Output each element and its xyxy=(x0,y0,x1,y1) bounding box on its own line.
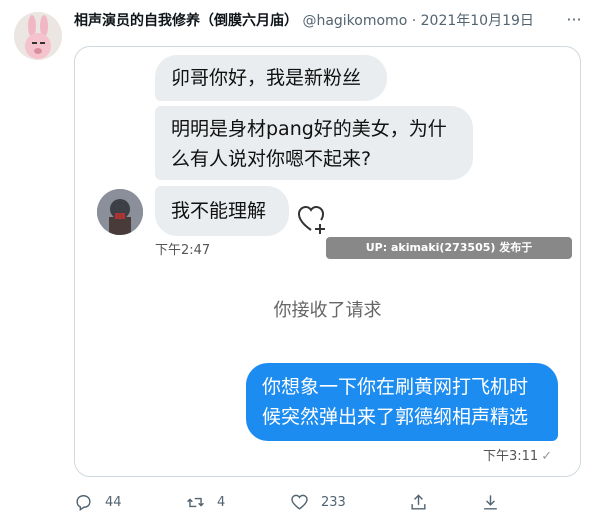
bunny-avatar-icon xyxy=(14,12,62,60)
more-icon: ··· xyxy=(566,10,582,29)
sender-avatar-icon xyxy=(97,189,143,235)
reply-icon xyxy=(76,494,91,511)
share-button[interactable] xyxy=(409,490,428,514)
sender-avatar xyxy=(97,189,143,235)
author-avatar[interactable] xyxy=(14,12,62,60)
retweet-icon xyxy=(187,497,204,507)
more-options-button[interactable]: ··· xyxy=(562,10,586,30)
received-message-2-line-2: 么有人说对你嗯不起来? xyxy=(171,148,372,170)
retweet-count: 4 xyxy=(217,494,226,510)
reply-button[interactable]: 44 xyxy=(74,490,122,514)
download-button[interactable] xyxy=(481,490,500,514)
sent-message-line-2: 候突然弹出来了郭德纲相声精选 xyxy=(262,406,529,428)
sent-timestamp: 下午3:11 ✓ xyxy=(483,445,552,464)
watermark: UP: akimaki(273505) 发布于 mengzhan.cc xyxy=(326,237,572,276)
received-message-1: 卯哥你好，我是新粉丝 xyxy=(155,55,387,101)
tweet-header: 相声演员的自我修养（倒膜六月庙） @hagikomomo · 2021年10月1… xyxy=(74,11,544,31)
tweet-media-image[interactable]: 卯哥你好，我是新粉丝 明明是身材pang好的美女，为什 么有人说对你嗯不起来? … xyxy=(74,46,581,477)
sent-message: 你想象一下你在刷黄网打飞机时 候突然弹出来了郭德纲相声精选 xyxy=(246,363,558,441)
system-message: 你接收了请求 xyxy=(273,300,382,321)
tweet-actions: 44 4 233 xyxy=(74,490,514,514)
like-button[interactable]: 233 xyxy=(290,490,346,514)
separator-dot: · xyxy=(411,13,417,29)
author-handle[interactable]: @hagikomomo xyxy=(302,13,407,29)
sent-time: 下午3:11 xyxy=(483,449,539,464)
share-icon xyxy=(411,493,426,510)
heart-add-icon[interactable] xyxy=(297,205,329,235)
retweet-button[interactable]: 4 xyxy=(186,490,225,514)
received-message-2-line-1: 明明是身材pang好的美女，为什 xyxy=(171,118,447,140)
received-timestamp: 下午2:47 xyxy=(155,243,211,258)
reply-count: 44 xyxy=(105,494,122,510)
received-message-3: 我不能理解 xyxy=(155,186,289,236)
received-message-2: 明明是身材pang好的美女，为什 么有人说对你嗯不起来? xyxy=(155,106,473,180)
tweet-date[interactable]: 2021年10月19日 xyxy=(421,13,534,29)
like-count: 233 xyxy=(321,494,346,510)
sent-message-line-1: 你想象一下你在刷黄网打飞机时 xyxy=(262,376,529,398)
check-icon: ✓ xyxy=(541,449,553,464)
author-name[interactable]: 相声演员的自我修养（倒膜六月庙） xyxy=(74,13,298,29)
download-icon xyxy=(484,494,497,510)
like-icon xyxy=(291,494,308,510)
